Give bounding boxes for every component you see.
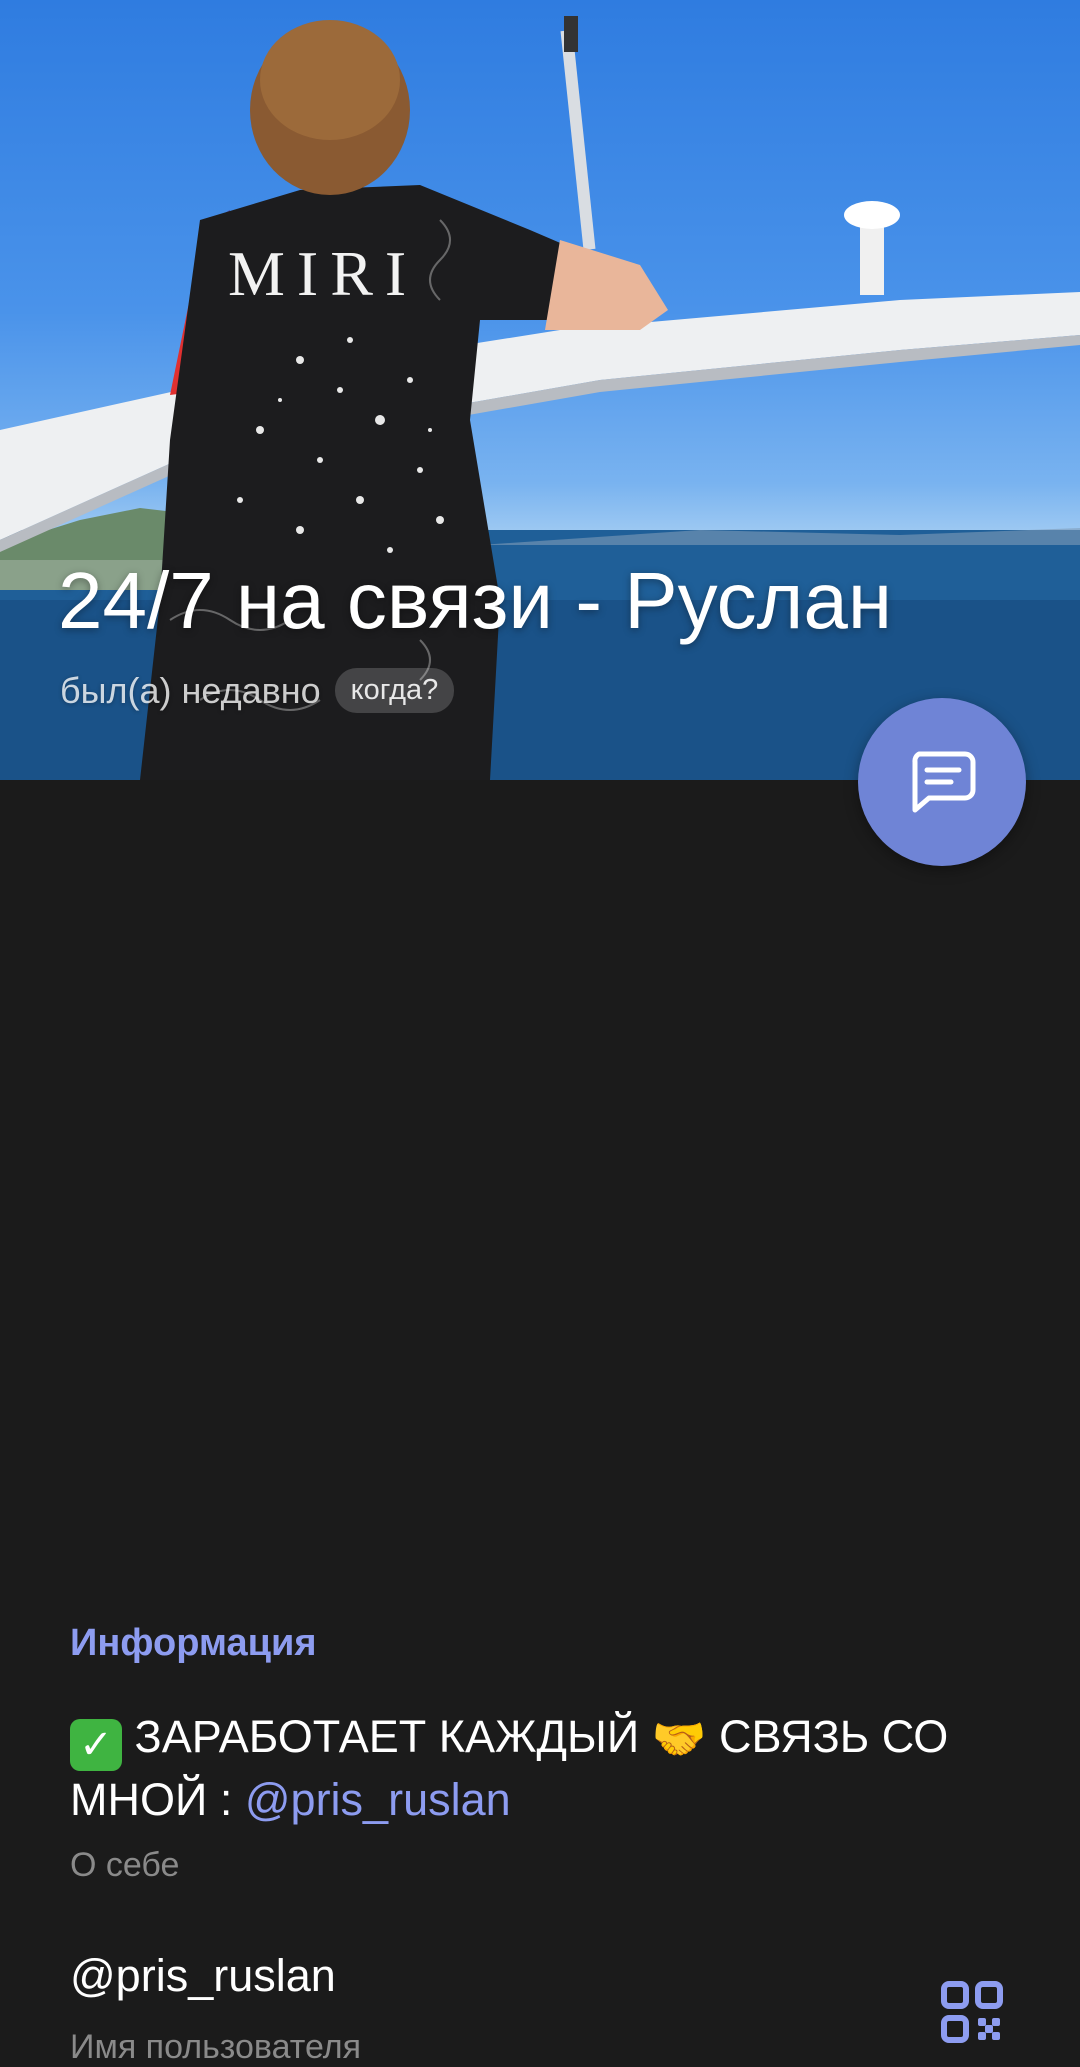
info-section-title: Информация (70, 1622, 317, 1664)
profile-photo[interactable]: MIRI (0, 0, 1080, 780)
check-mark-icon: ✓ (70, 1719, 122, 1771)
message-button[interactable] (858, 698, 1026, 866)
when-chip[interactable]: когда? (334, 668, 455, 713)
bio-caption: О себе (70, 1846, 180, 1884)
shirt-text: MIRI (228, 238, 418, 309)
bio-prefix: ЗАРАБОТАЕТ КАЖДЫЙ (134, 1711, 640, 1762)
qr-code-icon[interactable] (940, 1980, 1004, 2044)
profile-name: 24/7 на связи - Руслан (58, 556, 893, 645)
bio-mention-link[interactable]: @pris_ruslan (245, 1774, 511, 1825)
username-caption: Имя пользователя (70, 2028, 361, 2066)
bio-text: ✓ ЗАРАБОТАЕТ КАЖДЫЙ 🤝 СВЯЗЬ СО МНОЙ : @p… (70, 1708, 1000, 1829)
status-row: был(а) недавно когда? (60, 668, 455, 713)
handshake-icon: 🤝 (651, 1715, 707, 1764)
last-seen-status: был(а) недавно (60, 669, 321, 711)
profile-header: MIRI 24/7 на связи - Руслан был(а) недав… (0, 0, 1080, 780)
username[interactable]: @pris_ruslan (70, 1950, 336, 2002)
chat-icon (912, 751, 976, 813)
